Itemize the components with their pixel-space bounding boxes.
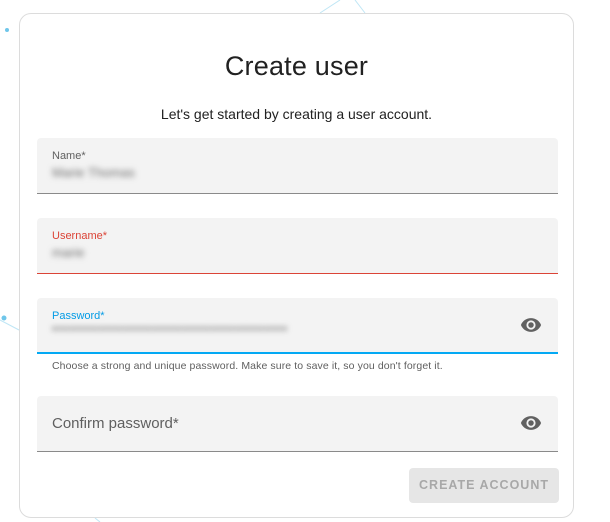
username-field[interactable]: Username* marie xyxy=(37,218,558,274)
name-field-label: Name* xyxy=(52,150,86,162)
confirm-password-field[interactable]: Confirm password* xyxy=(37,396,558,452)
username-field-value: marie xyxy=(52,245,85,260)
dialog-subtitle: Let's get started by creating a user acc… xyxy=(160,106,433,122)
create-user-dialog: Create user Let's get started by creatin… xyxy=(19,13,574,518)
name-field[interactable]: Name* Marie Thomas xyxy=(37,138,558,194)
password-field[interactable]: Password* ••••••••••••••••••••••••••••••… xyxy=(37,298,558,354)
eye-icon[interactable] xyxy=(520,412,542,434)
password-helper-text: Choose a strong and unique password. Mak… xyxy=(52,360,443,372)
dialog-title: Create user xyxy=(224,51,369,81)
confirm-password-label: Confirm password* xyxy=(52,415,179,432)
create-account-button[interactable]: CREATE ACCOUNT xyxy=(409,468,559,503)
name-field-value: Marie Thomas xyxy=(52,165,135,180)
username-field-label: Username* xyxy=(52,230,108,242)
eye-icon[interactable] xyxy=(520,314,542,336)
password-field-value: •••••••••••••••••••••••••••••••••••••••• xyxy=(52,320,289,336)
